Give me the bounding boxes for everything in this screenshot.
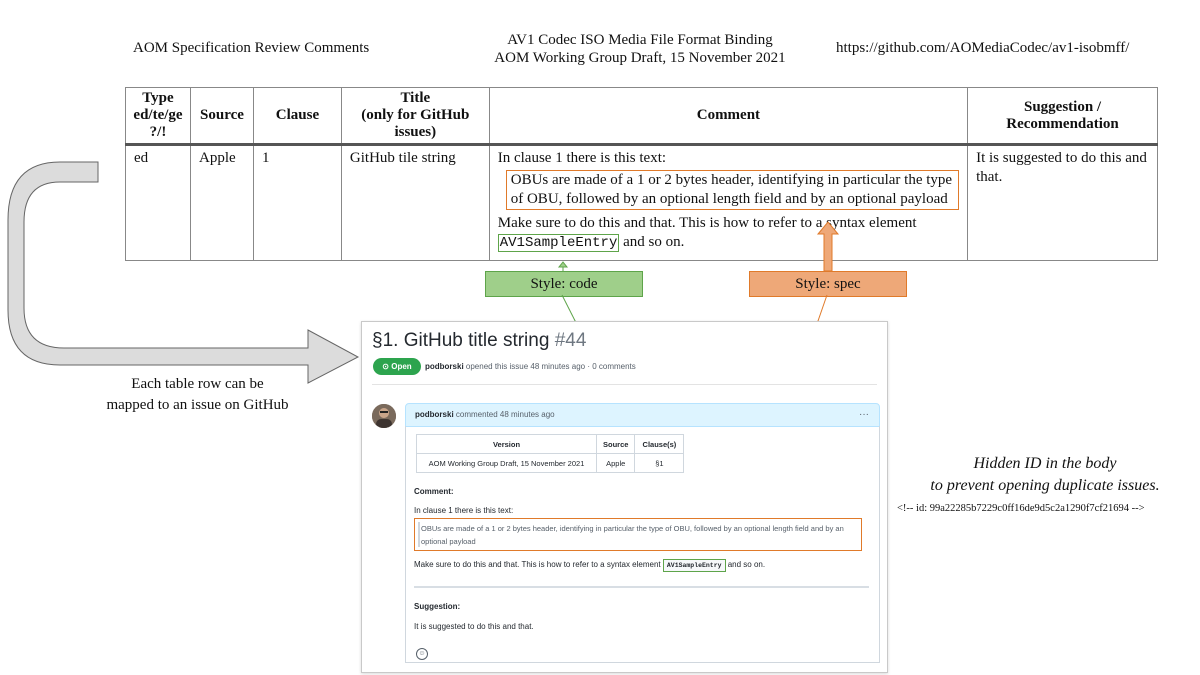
mapping-caption: Each table row can be mapped to an issue… xyxy=(70,374,325,416)
section-divider xyxy=(414,586,869,588)
th-clauses: Clause(s) xyxy=(634,434,685,454)
header-center-line2: AOM Working Group Draft, 15 November 202… xyxy=(494,50,786,66)
col-header-source: Source xyxy=(189,87,254,145)
comment-after: Make sure to do this and that. This is h… xyxy=(497,214,959,253)
status-badge: ⊙ Open xyxy=(373,358,421,375)
issue-title: §1. GitHub title string #44 xyxy=(372,330,586,352)
comment-body-line: Make sure to do this and that. This is h… xyxy=(414,559,766,572)
review-table-row: ed Apple 1 GitHub tile string In clause … xyxy=(125,144,1158,261)
td-clauses: §1 xyxy=(634,453,685,473)
title-line3: issues) xyxy=(394,124,437,140)
header-right-url: https://github.com/AOMediaCodec/av1-isob… xyxy=(836,40,1130,56)
cell-type: ed xyxy=(125,144,191,261)
style-code-label: Style: code xyxy=(485,271,643,297)
inline-code: AV1SampleEntry xyxy=(662,559,726,572)
td-source: Apple xyxy=(595,453,636,473)
header-left: AOM Specification Review Comments xyxy=(133,40,370,56)
hidden-line2: to prevent opening duplicate issues. xyxy=(930,477,1160,494)
suggestion-text: It is suggested to do this and that. xyxy=(414,622,534,631)
cell-clause: 1 xyxy=(252,144,342,261)
comment-after-text: Make sure to do this and that. This is h… xyxy=(497,215,917,231)
review-table-header-row: Type ed/te/ge ?/! Source Clause Title (o… xyxy=(125,87,1158,145)
body-before-code: Make sure to do this and that. This is h… xyxy=(414,560,661,569)
type-line2: ed/te/ge xyxy=(133,107,183,123)
comment-heading: Comment: xyxy=(414,487,454,496)
issue-meta-table: Version Source Clause(s) AOM Working Gro… xyxy=(416,434,685,473)
th-source: Source xyxy=(595,434,636,454)
suggestion-line2: Recommendation xyxy=(1006,115,1119,132)
avatar[interactable] xyxy=(372,404,396,428)
issue-meta: podborski opened this issue 48 minutes a… xyxy=(425,362,636,371)
circle-dot-icon: ⊙ xyxy=(382,362,389,371)
spec-quote-block: OBUs are made of a 1 or 2 bytes header, … xyxy=(414,518,862,551)
cell-comment: In clause 1 there is this text: OBUs are… xyxy=(488,144,969,261)
issue-opened-text: opened this issue 48 minutes ago · 0 com… xyxy=(465,362,636,371)
type-line1: Type xyxy=(142,90,174,106)
title-line2: (only for GitHub xyxy=(361,107,470,123)
header-center-line1: AV1 Codec ISO Media File Format Binding xyxy=(507,32,773,48)
cell-source: Apple xyxy=(189,144,254,261)
col-header-clause: Clause xyxy=(252,87,342,145)
cell-suggestion: It is suggested to do this and that. xyxy=(967,144,1158,261)
header-center: AV1 Codec ISO Media File Format Binding … xyxy=(440,31,840,67)
comment-intro: In clause 1 there is this text: xyxy=(414,506,514,515)
issue-meta-table-header: Version Source Clause(s) xyxy=(416,434,685,454)
cell-title: GitHub tile string xyxy=(340,144,490,261)
comment-menu-button[interactable]: ··· xyxy=(859,404,869,426)
comment-time: commented 48 minutes ago xyxy=(455,410,555,419)
col-header-title: Title (only for GitHub issues) xyxy=(340,87,490,145)
type-line3: ?/! xyxy=(149,124,167,140)
issue-author-link[interactable]: podborski xyxy=(425,362,464,371)
avatar-image-icon xyxy=(372,404,396,428)
issue-title-text: §1. GitHub title string xyxy=(372,330,550,351)
quote-bar xyxy=(418,522,420,547)
issue-meta-table-row: AOM Working Group Draft, 15 November 202… xyxy=(416,453,685,473)
title-divider xyxy=(372,384,877,385)
comment-after-end: and so on. xyxy=(623,234,685,250)
smiley-icon[interactable]: ☺ xyxy=(416,648,428,660)
github-issue-card: §1. GitHub title string #44 ⊙ Open podbo… xyxy=(361,321,888,673)
mapping-line1: Each table row can be xyxy=(131,376,264,392)
quote-text: OBUs are made of a 1 or 2 bytes header, … xyxy=(421,524,844,546)
comment-code: AV1SampleEntry xyxy=(497,234,620,252)
review-table: Type ed/te/ge ?/! Source Clause Title (o… xyxy=(125,87,1158,261)
title-line1: Title xyxy=(400,90,431,106)
col-header-type: Type ed/te/ge ?/! xyxy=(125,87,191,145)
comment-header: podborski commented 48 minutes ago ··· xyxy=(405,403,880,427)
comment-author-link[interactable]: podborski xyxy=(415,410,454,419)
hidden-line1: Hidden ID in the body xyxy=(973,455,1117,472)
hidden-id-comment: <!-- id: 99a22285b7229c0ff16de9d5c2a1290… xyxy=(897,503,1145,514)
style-spec-label: Style: spec xyxy=(749,271,907,297)
mapping-line2: mapped to an issue on GitHub xyxy=(106,397,289,413)
comment-spec-quote: OBUs are made of a 1 or 2 bytes header, … xyxy=(505,170,960,210)
issue-number[interactable]: #44 xyxy=(555,330,587,351)
body-after-code: and so on. xyxy=(727,560,766,569)
comment-body: Version Source Clause(s) AOM Working Gro… xyxy=(405,426,880,663)
comment-intro: In clause 1 there is this text: xyxy=(497,150,667,166)
td-version: AOM Working Group Draft, 15 November 202… xyxy=(416,453,597,473)
suggestion-heading: Suggestion: xyxy=(414,602,461,611)
col-header-suggestion: Suggestion / Recommendation xyxy=(967,87,1158,145)
col-header-comment: Comment xyxy=(488,87,969,145)
status-text: Open xyxy=(391,362,412,371)
th-version: Version xyxy=(416,434,597,454)
suggestion-line1: Suggestion / xyxy=(1023,98,1102,115)
hidden-id-caption: Hidden ID in the body to prevent opening… xyxy=(900,453,1190,497)
